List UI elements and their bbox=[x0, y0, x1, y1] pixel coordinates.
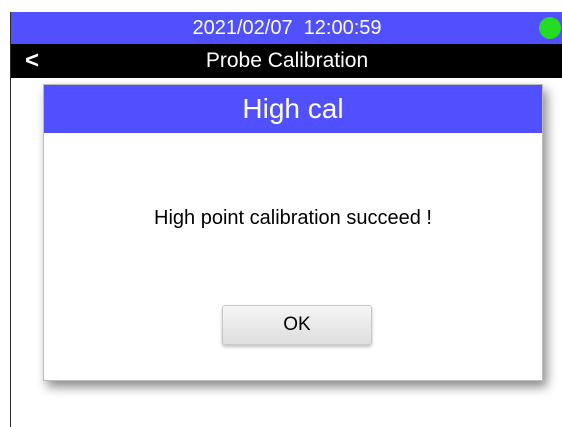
title-bar: < Probe Calibration bbox=[11, 44, 562, 78]
high-cal-dialog: High cal High point calibration succeed … bbox=[43, 84, 543, 381]
dialog-header: High cal bbox=[44, 85, 542, 133]
page-title: Probe Calibration bbox=[205, 49, 369, 72]
dialog-message: High point calibration succeed ! bbox=[154, 207, 432, 229]
status-bar: 2021/02/07 12:00:59 bbox=[11, 12, 562, 44]
connection-status-indicator bbox=[539, 17, 561, 39]
datetime-display: 2021/02/07 12:00:59 bbox=[192, 17, 382, 39]
dialog-title: High cal bbox=[242, 93, 344, 124]
device-screen: 2021/02/07 12:00:59 < Probe Calibration … bbox=[10, 12, 562, 427]
ok-button[interactable]: OK bbox=[222, 305, 372, 345]
